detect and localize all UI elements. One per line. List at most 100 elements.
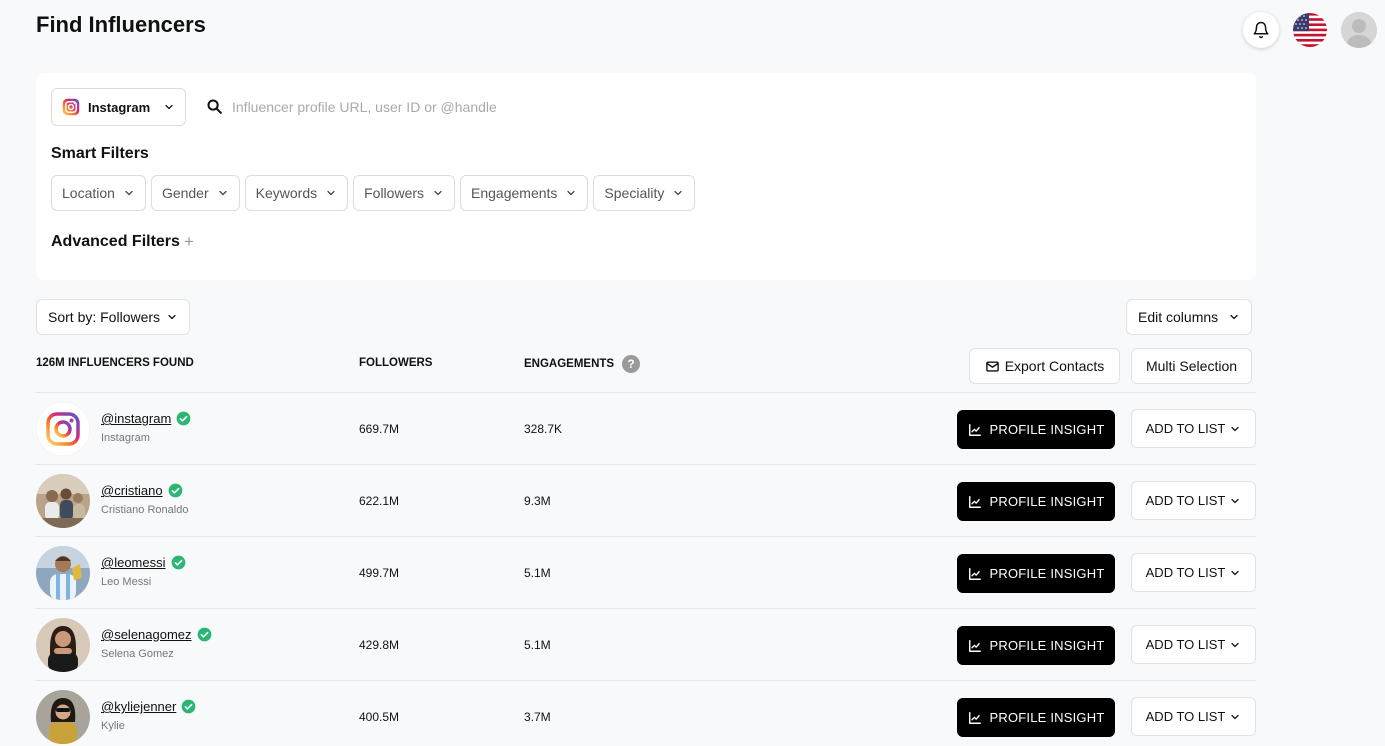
sort-dropdown[interactable]: Sort by: Followers [36,299,191,335]
engagements-value: 5.1M [524,566,551,580]
search-icon [206,98,223,120]
user-silhouette-icon [1341,12,1377,48]
edit-columns-label: Edit columns [1138,309,1219,325]
results-count-header: 126M INFLUENCERS FOUND [36,357,194,369]
top-actions [1243,12,1377,48]
help-icon[interactable]: ? [622,355,641,373]
notifications-button[interactable] [1243,12,1279,48]
chart-line-icon [968,495,981,508]
profile-insight-button[interactable]: PROFILE INSIGHT [957,554,1115,593]
chevron-down-icon [1231,426,1239,431]
chart-line-icon [968,423,981,436]
filter-label: Keywords [255,185,318,201]
user-avatar[interactable] [1341,12,1377,48]
filter-keywords[interactable]: Keywords [244,175,349,211]
chevron-down-icon [125,190,133,196]
add-to-list-label: ADD TO LIST [1145,709,1226,724]
chevron-down-icon [1231,498,1239,503]
profile-insight-button[interactable]: PROFILE INSIGHT [957,626,1115,665]
chevron-down-icon [567,190,576,196]
influencer-handle-link[interactable]: @instagram [101,411,171,426]
followers-value: 499.7M [359,566,400,580]
table-row: @instagram Instagram 669.7M 328.7K PROFI… [36,393,1256,465]
avatar[interactable] [36,402,90,456]
handle-wrap: @leomessi [101,555,186,570]
page-title: Find Influencers [36,12,206,37]
chart-line-icon [968,711,981,724]
profile-insight-button[interactable]: PROFILE INSIGHT [957,410,1115,449]
engagements-value: 328.7K [524,422,563,436]
table-row: @kyliejenner Kylie 400.5M 3.7M PROFILE I… [36,681,1256,746]
profile-insight-label: PROFILE INSIGHT [989,566,1105,581]
chevron-down-icon [168,314,176,320]
multi-selection-label: Multi Selection [1145,358,1238,374]
profile-insight-button[interactable]: PROFILE INSIGHT [957,698,1115,737]
followers-value: 669.7M [359,422,400,436]
profile-insight-label: PROFILE INSIGHT [989,638,1105,653]
filter-speciality[interactable]: Speciality [593,175,696,211]
language-flag-button[interactable] [1293,13,1327,47]
filter-label: Speciality [604,185,665,201]
avatar[interactable] [36,618,90,672]
plus-icon: + [183,232,194,251]
avatar[interactable] [36,474,90,528]
chevron-down-icon [163,101,175,113]
profile-insight-label: PROFILE INSIGHT [989,422,1105,437]
chart-line-icon [968,639,981,652]
platform-select[interactable]: Instagram [51,88,186,126]
engagements-value: 9.3M [524,494,551,508]
table-row: @cristiano Cristiano Ronaldo 622.1M 9.3M… [36,465,1256,537]
influencer-handle-link[interactable]: @kyliejenner [101,699,176,714]
profile-insight-label: PROFILE INSIGHT [989,494,1105,509]
add-to-list-button[interactable]: ADD TO LIST [1131,697,1256,736]
add-to-list-label: ADD TO LIST [1145,493,1226,508]
search-input[interactable] [232,92,1192,122]
filter-label: Followers [364,185,425,201]
avatar[interactable] [36,690,90,744]
chevron-down-icon [1231,642,1239,647]
filter-gender[interactable]: Gender [150,175,240,211]
export-contacts-label: Export Contacts [1004,358,1105,374]
verified-badge-icon [176,411,191,426]
filter-followers[interactable]: Followers [353,175,456,211]
instagram-icon [62,98,80,116]
profile-insight-label: PROFILE INSIGHT [989,710,1105,725]
filter-engagements[interactable]: Engagements [460,175,589,211]
smart-filters-title: Smart Filters [51,145,149,162]
handle-wrap: @instagram [101,411,191,426]
chevron-down-icon [219,190,227,196]
add-to-list-label: ADD TO LIST [1145,637,1226,652]
influencer-handle-link[interactable]: @leomessi [101,555,166,570]
edit-columns-dropdown[interactable]: Edit columns [1126,299,1252,335]
us-flag-icon [1293,13,1327,47]
export-contacts-button[interactable]: Export Contacts [969,348,1120,384]
filter-label: Engagements [471,185,558,201]
add-to-list-button[interactable]: ADD TO LIST [1131,553,1256,592]
verified-badge-icon [197,627,211,642]
add-to-list-button[interactable]: ADD TO LIST [1131,625,1256,664]
search-filter-card: Instagram Smart Filters Location Gender … [36,73,1256,280]
influencer-handle-link[interactable]: @selenagomez [101,627,192,642]
bell-icon [1253,21,1269,39]
advanced-filters-toggle[interactable]: Advanced Filters + [51,232,194,252]
profile-insight-button[interactable]: PROFILE INSIGHT [957,482,1115,521]
filter-location[interactable]: Location [51,175,146,211]
table-row: @selenagomez Selena Gomez 429.8M 5.1M PR… [36,609,1256,681]
avatar[interactable] [36,546,90,600]
influencer-handle-link[interactable]: @cristiano [101,483,163,498]
handle-wrap: @selenagomez [101,627,212,642]
influencer-name: Cristiano Ronaldo [101,504,189,516]
followers-header: FOLLOWERS [359,357,433,369]
chart-line-icon [968,567,981,580]
add-to-list-label: ADD TO LIST [1145,565,1226,580]
followers-value: 400.5M [359,710,400,724]
mail-icon [985,360,999,372]
verified-badge-icon [168,483,182,498]
add-to-list-button[interactable]: ADD TO LIST [1131,409,1256,448]
influencer-name: Kylie [101,720,125,732]
influencer-name: Leo Messi [101,576,152,588]
multi-selection-button[interactable]: Multi Selection [1131,348,1252,384]
handle-wrap: @kyliejenner [101,699,196,714]
add-to-list-button[interactable]: ADD TO LIST [1131,481,1256,520]
handle-wrap: @cristiano [101,483,183,498]
